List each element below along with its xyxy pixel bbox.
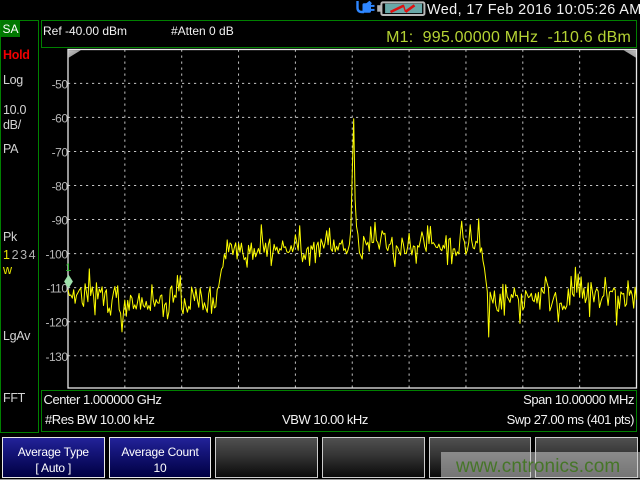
svg-text:-70: -70	[52, 145, 69, 159]
svg-text:-60: -60	[52, 111, 69, 125]
svg-text:-130: -130	[45, 350, 68, 364]
svg-text:-120: -120	[45, 316, 68, 330]
svg-text:1: 1	[65, 262, 71, 274]
svg-text:-80: -80	[52, 180, 69, 194]
svg-text:-100: -100	[45, 248, 68, 262]
svg-text:-90: -90	[52, 214, 69, 228]
svg-text:-110: -110	[46, 282, 68, 296]
svg-text:-50: -50	[52, 77, 69, 91]
